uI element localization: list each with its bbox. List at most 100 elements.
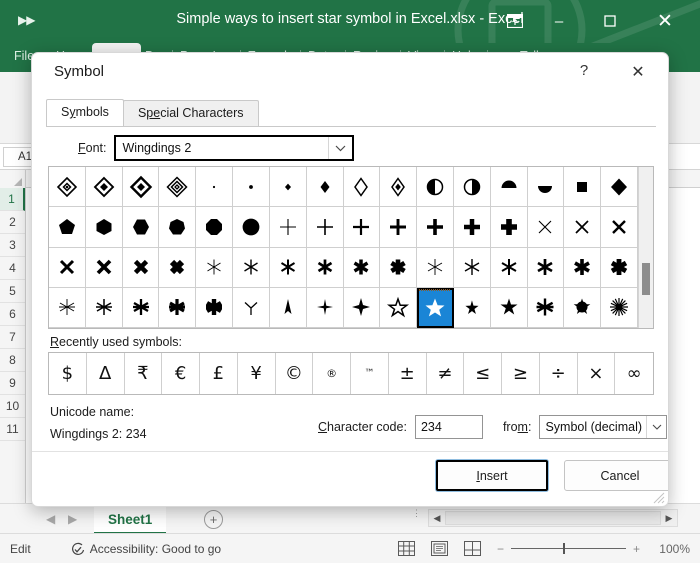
symbol-cell[interactable] (344, 248, 381, 288)
zoom-thumb[interactable] (563, 543, 565, 554)
recent-symbol-cell[interactable]: × (578, 353, 616, 394)
symbol-cell[interactable] (270, 288, 307, 328)
row-header-7[interactable]: 7 (0, 326, 25, 349)
symbol-cell[interactable] (380, 167, 417, 207)
help-button[interactable]: ? (572, 62, 596, 84)
symbol-cell[interactable] (233, 207, 270, 247)
symbol-grid-scroll-thumb[interactable] (642, 263, 650, 295)
symbol-cell[interactable] (196, 248, 233, 288)
horizontal-scrollbar[interactable]: ◀ ▶ (428, 509, 678, 527)
symbol-cell[interactable] (417, 248, 454, 288)
symbol-cell[interactable] (159, 288, 196, 328)
symbol-cell[interactable] (417, 207, 454, 247)
symbol-cell[interactable] (86, 248, 123, 288)
symbol-cell[interactable] (307, 167, 344, 207)
row-header-8[interactable]: 8 (0, 349, 25, 372)
dialog-close-button[interactable]: ✕ (626, 62, 650, 84)
symbol-cell[interactable] (564, 207, 601, 247)
symbol-cell[interactable] (601, 207, 638, 247)
split-handle[interactable]: ⋮ (412, 512, 421, 515)
page-break-preview-icon[interactable] (464, 541, 481, 556)
symbol-cell[interactable] (159, 167, 196, 207)
symbol-cell[interactable] (380, 288, 417, 328)
close-window-button[interactable]: ✕ (645, 8, 685, 34)
symbol-cell[interactable] (49, 288, 86, 328)
symbol-cell[interactable] (123, 248, 160, 288)
ribbon-display-icon[interactable] (495, 8, 535, 34)
symbol-cell[interactable] (233, 288, 270, 328)
symbol-cell[interactable] (123, 288, 160, 328)
recent-symbol-cell[interactable]: ≥ (502, 353, 540, 394)
symbol-cell[interactable] (123, 167, 160, 207)
symbol-cell[interactable] (454, 288, 491, 328)
symbol-cell[interactable] (49, 167, 86, 207)
symbol-cell[interactable] (601, 288, 638, 328)
symbol-cell[interactable] (491, 167, 528, 207)
recent-symbol-cell[interactable]: ± (389, 353, 427, 394)
symbol-cell[interactable] (380, 207, 417, 247)
recently-used-symbols-grid[interactable]: $ Δ ₹ € £ ¥ © ® ™ ± ≠ ≤ ≥ ÷ × ∞ (48, 352, 654, 395)
next-sheet-icon[interactable]: ▶ (68, 512, 77, 526)
row-header-9[interactable]: 9 (0, 372, 25, 395)
scroll-left-icon[interactable]: ◀ (429, 513, 445, 524)
recent-symbol-cell[interactable]: ≠ (427, 353, 465, 394)
symbol-cell[interactable] (344, 288, 381, 328)
symbol-cell[interactable] (417, 167, 454, 207)
recent-symbol-cell[interactable]: £ (200, 353, 238, 394)
maximize-button[interactable] (590, 8, 630, 34)
insert-button[interactable]: Insert (436, 460, 548, 491)
chevron-down-icon[interactable] (646, 416, 666, 438)
row-header-6[interactable]: 6 (0, 303, 25, 326)
horizontal-scroll-thumb[interactable] (445, 511, 661, 525)
row-header-3[interactable]: 3 (0, 234, 25, 257)
page-layout-view-icon[interactable] (431, 541, 448, 556)
symbol-cell-selected-star[interactable] (417, 288, 454, 328)
row-header-2[interactable]: 2 (0, 211, 25, 234)
character-code-input[interactable]: 234 (415, 415, 483, 439)
cancel-button[interactable]: Cancel (564, 460, 669, 491)
symbol-cell[interactable] (528, 248, 565, 288)
symbol-cell[interactable] (307, 248, 344, 288)
sheet-tab-sheet1[interactable]: Sheet1 (94, 506, 166, 534)
symbol-cell[interactable] (380, 248, 417, 288)
symbol-cell[interactable] (159, 207, 196, 247)
symbol-cell[interactable] (564, 167, 601, 207)
recent-symbol-cell[interactable]: ∞ (615, 353, 653, 394)
symbol-cell[interactable] (233, 167, 270, 207)
symbol-grid[interactable] (49, 167, 638, 328)
symbol-cell[interactable] (196, 167, 233, 207)
symbol-cell[interactable] (49, 207, 86, 247)
symbol-cell[interactable] (528, 288, 565, 328)
recent-symbol-cell[interactable]: ₹ (125, 353, 163, 394)
recent-symbol-cell[interactable]: $ (49, 353, 87, 394)
recent-symbol-cell[interactable]: ™ (351, 353, 389, 394)
symbol-cell[interactable] (123, 207, 160, 247)
symbol-cell[interactable] (233, 248, 270, 288)
add-sheet-button[interactable]: + (204, 510, 223, 529)
symbol-cell[interactable] (601, 167, 638, 207)
symbol-cell[interactable] (454, 167, 491, 207)
symbol-cell[interactable] (344, 207, 381, 247)
font-select[interactable]: Wingdings 2 (114, 135, 354, 161)
recent-symbol-cell[interactable]: Δ (87, 353, 125, 394)
symbol-cell[interactable] (196, 288, 233, 328)
symbol-cell[interactable] (491, 288, 528, 328)
recent-symbol-cell[interactable]: ≤ (464, 353, 502, 394)
scroll-right-icon[interactable]: ▶ (661, 513, 677, 524)
tab-symbols[interactable]: Symbols (46, 99, 124, 126)
symbol-cell[interactable] (491, 207, 528, 247)
symbol-cell[interactable] (491, 248, 528, 288)
symbol-cell[interactable] (344, 167, 381, 207)
dialog-resize-grip[interactable] (653, 492, 665, 504)
chevron-down-icon[interactable] (328, 137, 352, 159)
select-all-corner[interactable] (0, 170, 26, 188)
recent-symbol-cell[interactable]: € (162, 353, 200, 394)
row-header-1[interactable]: 1 (0, 188, 25, 211)
previous-sheet-icon[interactable]: ◀ (46, 512, 55, 526)
symbol-cell[interactable] (86, 207, 123, 247)
recent-symbol-cell[interactable]: ÷ (540, 353, 578, 394)
symbol-cell[interactable] (307, 288, 344, 328)
symbol-cell[interactable] (564, 248, 601, 288)
symbol-cell[interactable] (307, 207, 344, 247)
zoom-slider[interactable]: − + (497, 542, 640, 556)
